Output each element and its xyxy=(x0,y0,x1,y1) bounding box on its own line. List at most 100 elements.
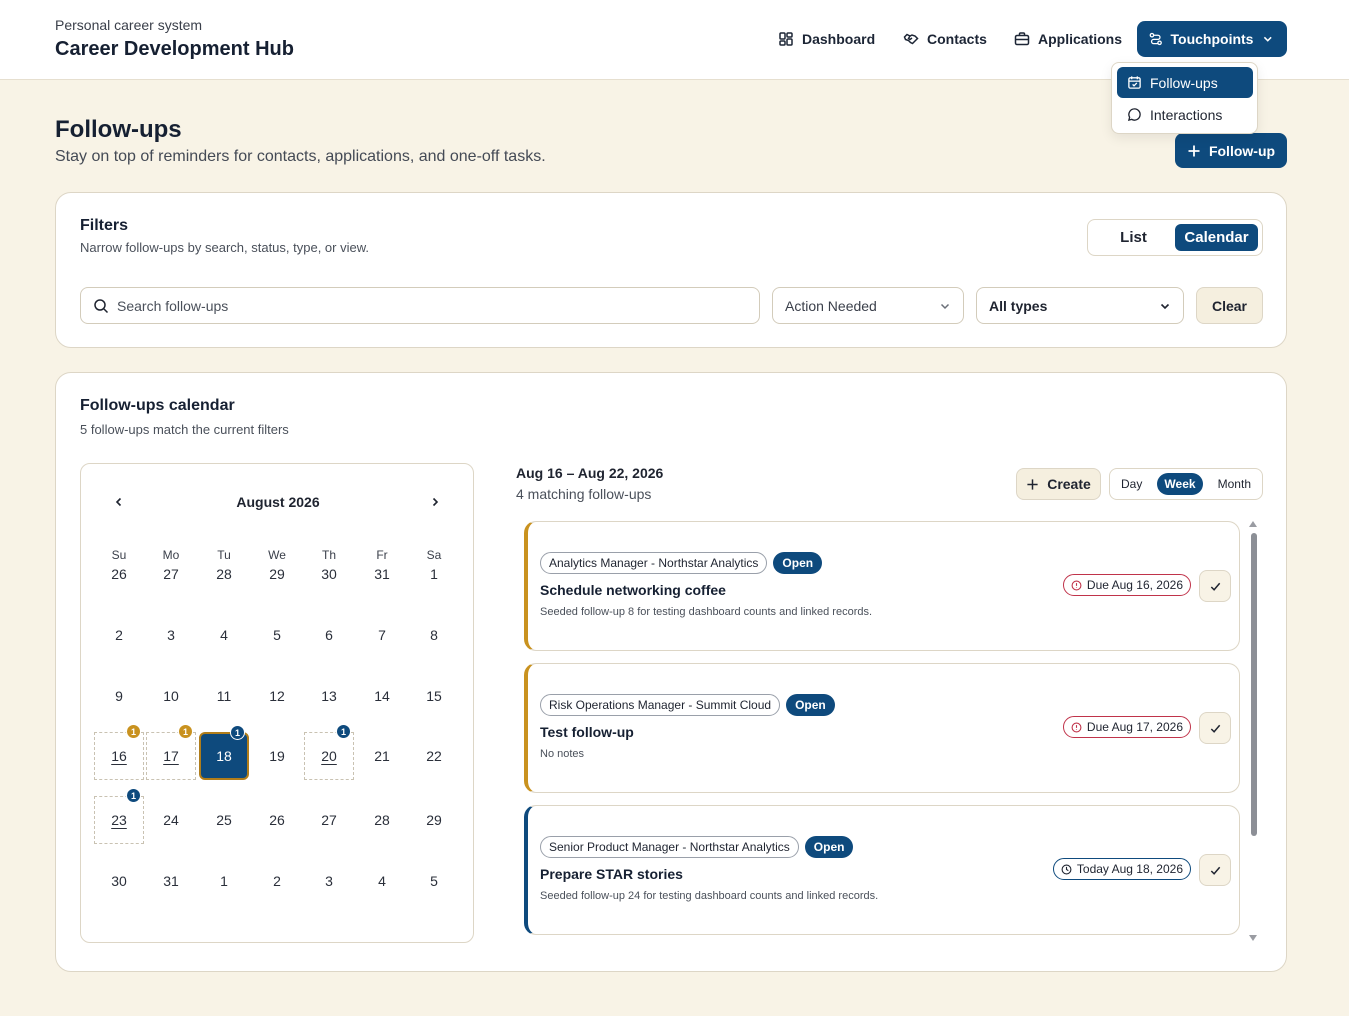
search-placeholder: Search follow-ups xyxy=(117,297,229,314)
view-calendar-option[interactable]: Calendar xyxy=(1175,224,1258,251)
calendar-day[interactable]: 18 1 xyxy=(199,725,249,780)
alert-circle-icon xyxy=(1071,722,1082,732)
followup-card[interactable]: Risk Operations Manager - Summit Cloud Op… xyxy=(524,663,1240,793)
calendar-day-number: 9 xyxy=(115,688,123,704)
clear-filters-button[interactable]: Clear xyxy=(1196,287,1263,324)
due-date-badge: Due Aug 16, 2026 xyxy=(1062,574,1191,596)
calendar-day-number: 3 xyxy=(325,873,333,889)
calendar-day[interactable]: 27 xyxy=(304,796,354,844)
calendar-day[interactable]: 5 xyxy=(409,857,459,905)
calendar-day[interactable]: 4 xyxy=(199,611,249,659)
view-toggle: List Calendar xyxy=(1087,219,1263,256)
calendar-day[interactable]: 31 xyxy=(357,550,407,598)
followup-card[interactable]: Senior Product Manager - Northstar Analy… xyxy=(524,805,1240,935)
calendar-day[interactable]: 12 xyxy=(252,672,302,720)
followup-title: Prepare STAR stories xyxy=(540,866,683,882)
calendar-day[interactable]: 1 xyxy=(199,857,249,905)
view-list-option[interactable]: List xyxy=(1092,229,1175,246)
brand-title[interactable]: Career Development Hub xyxy=(55,38,294,61)
create-button[interactable]: Create xyxy=(1016,468,1101,500)
search-input[interactable]: Search follow-ups xyxy=(80,287,760,324)
linked-record-chip[interactable]: Risk Operations Manager - Summit Cloud xyxy=(540,694,781,716)
nav-contacts[interactable]: Contacts xyxy=(903,21,987,57)
calendar-day[interactable]: 24 xyxy=(146,796,196,844)
calendar-day[interactable]: 9 xyxy=(94,672,144,720)
menu-item-followups[interactable]: Follow-ups xyxy=(1117,67,1253,98)
calendar-day[interactable]: 31 xyxy=(146,857,196,905)
calendar-day[interactable]: 21 xyxy=(357,732,407,780)
followup-note: Seeded follow-up 24 for testing dashboar… xyxy=(540,890,879,902)
calendar-day[interactable]: 28 xyxy=(199,550,249,598)
calendar-day[interactable]: 26 xyxy=(94,550,144,598)
calendar-day[interactable]: 7 xyxy=(357,611,407,659)
calendar-day[interactable]: 26 xyxy=(252,796,302,844)
calendar-day[interactable]: 13 xyxy=(304,672,354,720)
calendar-day[interactable]: 30 xyxy=(94,857,144,905)
calendar-day[interactable]: 5 xyxy=(252,611,302,659)
calendar-day-number: 17 xyxy=(163,748,179,764)
calendar-day-number: 28 xyxy=(374,812,390,828)
range-week-option[interactable]: Week xyxy=(1157,473,1203,495)
calendar-day[interactable]: 17 1 xyxy=(146,724,196,780)
nav-applications[interactable]: Applications xyxy=(1014,21,1122,57)
linked-record-chip[interactable]: Senior Product Manager - Northstar Analy… xyxy=(540,836,799,858)
calendar-day[interactable]: 28 xyxy=(357,796,407,844)
scrollbar-thumb[interactable] xyxy=(1251,533,1257,836)
calendar-day[interactable]: 6 xyxy=(304,611,354,659)
range-month-option[interactable]: Month xyxy=(1211,473,1258,495)
calendar-day[interactable]: 30 xyxy=(304,550,354,598)
day-count-badge: 1 xyxy=(126,724,141,739)
agenda-range: Aug 16 – Aug 22, 2026 xyxy=(516,465,664,481)
calendar-day[interactable]: 3 xyxy=(146,611,196,659)
calendar-day[interactable]: 2 xyxy=(252,857,302,905)
followup-title: Schedule networking coffee xyxy=(540,582,726,598)
calendar-day[interactable]: 20 1 xyxy=(304,724,354,780)
calendar-day[interactable]: 3 xyxy=(304,857,354,905)
calendar-day[interactable]: 16 1 xyxy=(94,724,144,780)
calendar-day[interactable]: 8 xyxy=(409,611,459,659)
calendar-day-number: 31 xyxy=(163,873,179,889)
range-day-option[interactable]: Day xyxy=(1114,473,1149,495)
calendar-day[interactable]: 1 xyxy=(409,550,459,598)
calendar-day[interactable]: 14 xyxy=(357,672,407,720)
mark-done-button[interactable] xyxy=(1199,854,1231,886)
calendar-day[interactable]: 10 xyxy=(146,672,196,720)
create-button-label: Create xyxy=(1047,476,1091,492)
calendar-day[interactable]: 27 xyxy=(146,550,196,598)
calendar-day-number: 2 xyxy=(115,627,123,643)
next-month-button[interactable] xyxy=(425,492,445,512)
calendar-day[interactable]: 2 xyxy=(94,611,144,659)
calendar-day[interactable]: 15 xyxy=(409,672,459,720)
calendar-day[interactable]: 29 xyxy=(252,550,302,598)
calendar-day[interactable]: 29 xyxy=(409,796,459,844)
type-select[interactable]: All types xyxy=(976,287,1184,324)
status-badge: Open xyxy=(773,552,823,574)
followup-card[interactable]: Analytics Manager - Northstar Analytics O… xyxy=(524,521,1240,651)
status-select[interactable]: Action Needed xyxy=(772,287,964,324)
scroll-up-arrow[interactable] xyxy=(1249,521,1257,527)
calendar-day[interactable]: 4 xyxy=(357,857,407,905)
filters-card: Filters Narrow follow-ups by search, sta… xyxy=(55,192,1287,348)
calendar-day[interactable]: 23 1 xyxy=(94,788,144,844)
new-followup-button[interactable]: Follow-up xyxy=(1175,133,1287,168)
nav-dashboard[interactable]: Dashboard xyxy=(778,21,875,57)
calendar-day-number: 2 xyxy=(273,873,281,889)
menu-item-interactions[interactable]: Interactions xyxy=(1117,99,1253,130)
filters-subtitle: Narrow follow-ups by search, status, typ… xyxy=(80,240,370,255)
mini-calendar: August 2026 Su Mo Tu We Th Fr Sa 26 27 28 29 30 31 1 2… xyxy=(80,463,474,943)
nav-touchpoints[interactable]: Touchpoints xyxy=(1137,21,1287,57)
scroll-down-arrow[interactable] xyxy=(1249,935,1257,941)
calendar-day[interactable]: 25 xyxy=(199,796,249,844)
calendar-day[interactable]: 22 xyxy=(409,732,459,780)
linked-record-chip[interactable]: Analytics Manager - Northstar Analytics xyxy=(540,552,768,574)
calendar-day-number: 27 xyxy=(321,812,337,828)
chevron-down-icon xyxy=(1160,303,1170,309)
calendar-day-number: 26 xyxy=(111,566,127,582)
calendar-day-number: 3 xyxy=(167,627,175,643)
calendar-day[interactable]: 11 xyxy=(199,672,249,720)
mini-calendar-month: August 2026 xyxy=(236,494,320,510)
followup-title: Test follow-up xyxy=(540,724,634,740)
calendar-day[interactable]: 19 xyxy=(252,732,302,780)
mark-done-button[interactable] xyxy=(1199,570,1231,602)
mark-done-button[interactable] xyxy=(1199,712,1231,744)
